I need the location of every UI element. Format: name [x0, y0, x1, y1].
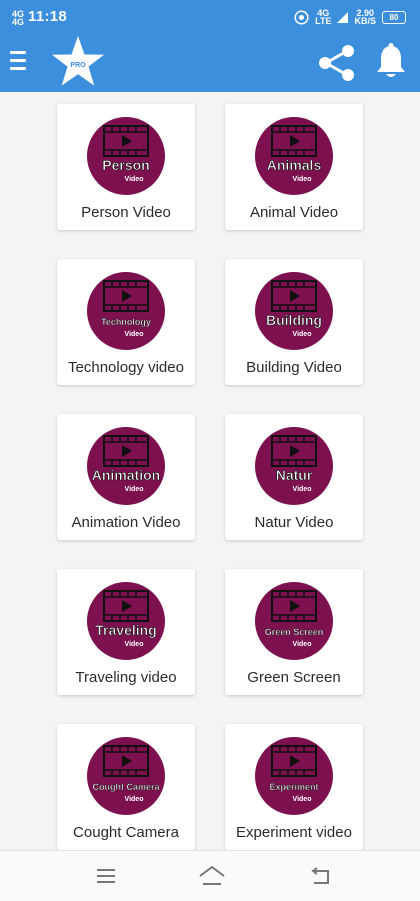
category-card[interactable]: Experiment Video Experiment video — [225, 724, 363, 850]
category-subtitle: Video — [293, 641, 312, 648]
category-label: Technology video — [68, 359, 184, 376]
category-grid: Person Video Person Video Animals Video Anima… — [0, 92, 420, 850]
speed-indicator: 2.90 KB/S — [354, 9, 376, 26]
system-nav-bar — [0, 850, 420, 901]
app-bar: PRO — [0, 34, 420, 92]
category-subtitle: Video — [125, 796, 144, 803]
share-icon[interactable] — [316, 42, 358, 84]
category-title: Person — [102, 157, 149, 173]
status-time: 11:18 — [28, 8, 68, 25]
category-title: Animals — [267, 157, 322, 173]
home-icon[interactable] — [197, 863, 227, 889]
sim-bottom-label: 4G — [12, 17, 25, 27]
notification-bell-icon[interactable] — [372, 42, 410, 82]
category-title: Animation — [92, 467, 160, 483]
logo-text: PRO — [70, 62, 86, 69]
category-title: Technology — [101, 317, 151, 327]
back-icon[interactable] — [308, 863, 334, 889]
category-label: Green Screen — [247, 669, 341, 686]
video-category-icon: Person Video — [87, 117, 165, 195]
video-category-icon: Building Video — [255, 272, 333, 350]
video-category-icon: Animals Video — [255, 117, 333, 195]
video-category-icon: Natur Video — [255, 427, 333, 505]
category-label: Natur Video — [254, 514, 334, 531]
category-subtitle: Video — [293, 796, 312, 803]
category-title: Experiment — [269, 782, 318, 792]
category-label: Person Video — [81, 204, 171, 221]
video-category-icon: Green Screen Video — [255, 582, 333, 660]
video-category-icon: Technology Video — [87, 272, 165, 350]
network-indicator: 4G LTE — [315, 9, 332, 26]
app-logo-star-icon: PRO — [52, 36, 104, 86]
video-category-icon: Animation Video — [87, 427, 165, 505]
category-label: Animation Video — [71, 514, 181, 531]
category-label: Building Video — [246, 359, 342, 376]
recents-icon[interactable] — [93, 863, 119, 889]
network-bottom-label: LTE — [315, 16, 332, 26]
category-card[interactable]: Cought Camera Video Cought Camera — [57, 724, 195, 850]
battery-level: 80 — [382, 10, 406, 24]
category-label: Cought Camera — [73, 824, 179, 841]
sim-indicator: 4G 4G — [12, 10, 25, 27]
category-card[interactable]: Green Screen Video Green Screen — [225, 569, 363, 695]
video-category-icon: Experiment Video — [255, 737, 333, 815]
category-title: Green Screen — [265, 627, 324, 637]
category-card[interactable]: Natur Video Natur Video — [225, 414, 363, 540]
category-subtitle: Video — [293, 486, 312, 493]
category-title: Cought Camera — [92, 782, 160, 792]
status-bar: 4G 4G 11:18 4G LTE 2.90 KB/S 80 — [0, 0, 420, 34]
category-title: Building — [266, 312, 322, 328]
category-card[interactable]: Building Video Building Video — [225, 259, 363, 385]
category-title: Natur — [276, 467, 313, 483]
category-label: Traveling video — [75, 669, 177, 686]
category-subtitle: Video — [125, 331, 144, 338]
category-label: Experiment video — [236, 824, 352, 841]
category-subtitle: Video — [293, 331, 312, 338]
category-subtitle: Video — [125, 641, 144, 648]
hotspot-icon — [294, 9, 309, 25]
category-card[interactable]: Animals Video Animal Video — [225, 104, 363, 230]
category-label: Animal Video — [249, 204, 339, 221]
category-card[interactable]: Traveling Video Traveling video — [57, 569, 195, 695]
category-card[interactable]: Animation Video Animation Video — [57, 414, 195, 540]
category-card[interactable]: Technology Video Technology video — [57, 259, 195, 385]
speed-unit: KB/S — [354, 16, 376, 26]
status-right: 4G LTE 2.90 KB/S 80 — [294, 9, 406, 26]
hamburger-menu-icon[interactable] — [10, 51, 26, 73]
category-subtitle: Video — [125, 176, 144, 183]
video-category-icon: Cought Camera Video — [87, 737, 165, 815]
video-category-icon: Traveling Video — [87, 582, 165, 660]
category-title: Traveling — [95, 622, 156, 638]
signal-icon — [337, 11, 349, 23]
category-subtitle: Video — [125, 486, 144, 493]
category-card[interactable]: Person Video Person Video — [57, 104, 195, 230]
category-subtitle: Video — [293, 176, 312, 183]
